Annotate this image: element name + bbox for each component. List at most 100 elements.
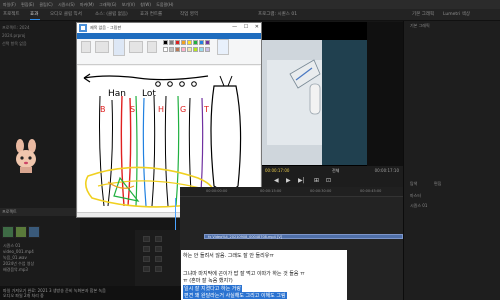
paint-title: 제목 없음 - 그림판 xyxy=(90,25,122,30)
razor-tool-icon[interactable] xyxy=(155,246,162,252)
insert-button[interactable]: ⊞ xyxy=(314,177,319,184)
tab-workspace[interactable]: 작업 영역 xyxy=(180,11,198,17)
color-swatch[interactable] xyxy=(163,47,168,52)
tab-source[interactable]: 소스: (클립 없음) xyxy=(95,11,128,17)
edit-label[interactable]: 편집 xyxy=(434,181,441,187)
menu-edit[interactable]: 편집(E) xyxy=(21,2,34,7)
color-swatch[interactable] xyxy=(187,40,192,45)
project-file-list: 시퀀스 01 video_001.mp4 녹음_01.wav 2024년 수업 … xyxy=(0,243,80,273)
step-forward-button[interactable]: ▶| xyxy=(298,177,305,184)
menu-sequence[interactable]: 시퀀스(S) xyxy=(58,2,75,7)
overwrite-button[interactable]: ⊡ xyxy=(326,177,331,184)
paint-app-icon xyxy=(79,24,87,32)
track-select-tool-icon[interactable] xyxy=(155,236,162,242)
window-controls: — ☐ ✕ xyxy=(227,24,259,30)
clipboard-icon[interactable] xyxy=(81,41,91,53)
pen-tool-icon[interactable] xyxy=(155,256,162,262)
browse-label[interactable]: 탐색 xyxy=(410,181,417,187)
color-swatch[interactable] xyxy=(181,47,186,52)
duration-timecode: 00:00:17:10 xyxy=(374,168,399,173)
list-item[interactable]: 배경음악.mp3 xyxy=(0,267,80,273)
ruler-label: 00:00:00:00 xyxy=(206,189,228,193)
hand-tool-icon[interactable] xyxy=(143,266,150,272)
brush-tool-icon[interactable] xyxy=(113,38,125,56)
play-button[interactable]: ▶ xyxy=(286,177,291,184)
shapes-icon[interactable] xyxy=(129,41,143,53)
close-button[interactable]: ✕ xyxy=(255,24,259,30)
color-swatch[interactable] xyxy=(181,40,186,45)
menu-clip[interactable]: 클립(C) xyxy=(39,2,52,7)
maximize-button[interactable]: ☐ xyxy=(244,24,248,30)
bin-header[interactable]: 프로젝트 xyxy=(0,208,80,216)
color-swatch[interactable] xyxy=(175,40,180,45)
clip-label: fx Video%4_20210908_00048708.mp4 [V] xyxy=(208,234,283,239)
color-swatch[interactable] xyxy=(199,47,204,52)
color-swatch[interactable] xyxy=(169,47,174,52)
panel-tabbar: 프로젝트 효과 오디오 클립 믹서 소스: (클립 없음) 효과 컨트롤 작업 … xyxy=(0,9,500,29)
active-tab-underline xyxy=(30,19,40,20)
paint-titlebar[interactable]: 제목 없음 - 그림판 — ☐ ✕ xyxy=(77,23,261,33)
chat-overlay: 하는 안 들려서 않음. 그래도 잘 안 들리유ㅠ 그냐마 마지막에 곤이가 밥… xyxy=(181,250,347,300)
log-line: 오디오 파일 2개 처리 중 xyxy=(3,293,44,298)
color-swatch[interactable] xyxy=(169,40,174,45)
minimize-button[interactable]: — xyxy=(232,24,237,30)
line-width-icon[interactable] xyxy=(147,41,157,53)
master-label: 마스터 xyxy=(410,193,422,198)
menu-marker[interactable]: 마커(M) xyxy=(80,2,94,7)
chat-message: 그냐마 마지막에 곤이가 밥 잘 먹고 이따가 하는 것 들음 ㅠ xyxy=(183,271,305,277)
color-swatch[interactable] xyxy=(199,40,204,45)
tab-lumetri[interactable]: Lumetri 색상 xyxy=(443,11,470,17)
ruler-label: 00:00:30:00 xyxy=(310,189,332,193)
svg-text:G: G xyxy=(180,105,186,114)
paint-ribbon-tabs[interactable] xyxy=(77,33,261,39)
tab-effects[interactable]: 효과 xyxy=(30,11,38,17)
color-swatch[interactable] xyxy=(187,47,192,52)
ripple-tool-icon[interactable] xyxy=(143,246,150,252)
menu-help[interactable]: 도움말(H) xyxy=(156,2,173,7)
thumbnail[interactable] xyxy=(15,226,27,238)
essential-graphics-label: 기본 그래픽 xyxy=(410,23,430,28)
svg-text:H: H xyxy=(158,105,164,114)
svg-text:Lot: Lot xyxy=(142,89,156,99)
svg-text:B: B xyxy=(100,105,106,114)
timeline-ruler[interactable]: 00:00:00:00 00:00:15:00 00:00:30:00 00:0… xyxy=(180,187,403,197)
selection-status: 선택 항목 없음 xyxy=(2,41,27,46)
color-swatch[interactable] xyxy=(175,47,180,52)
tab-essential-graphics[interactable]: 기본 그래픽 xyxy=(412,11,434,17)
tab-effect-controls[interactable]: 효과 컨트롤 xyxy=(140,11,162,17)
sequence-label: 시퀀스 01 xyxy=(410,203,428,208)
monitor-timecode-bar: 00:00:17:00 전체 00:00:17:10 xyxy=(262,166,403,175)
timeline-playhead[interactable] xyxy=(175,198,176,233)
type-tool-icon[interactable] xyxy=(155,266,162,272)
thumbnail[interactable] xyxy=(28,226,40,238)
menu-view[interactable]: 보기(V) xyxy=(122,2,135,7)
color-swatch[interactable] xyxy=(205,40,210,45)
color-swatch[interactable] xyxy=(193,40,198,45)
step-back-button[interactable]: ◀ xyxy=(274,177,279,184)
menu-graphics[interactable]: 그래픽(G) xyxy=(99,2,116,7)
video-clip[interactable]: fx Video%4_20210908_00048708.mp4 [V] xyxy=(204,234,403,239)
svg-text:Han: Han xyxy=(108,89,126,99)
edit-colors-icon[interactable] xyxy=(217,39,229,55)
color-swatch[interactable] xyxy=(163,40,168,45)
fit-dropdown[interactable]: 전체 xyxy=(332,166,339,175)
tab-program-monitor[interactable]: 프로그램: 시퀀스 01 xyxy=(258,11,297,17)
color-swatch[interactable] xyxy=(205,47,210,52)
tab-audio-mixer[interactable]: 오디오 클립 믹서 xyxy=(50,11,82,17)
slip-tool-icon[interactable] xyxy=(143,256,150,262)
color-swatch[interactable] xyxy=(193,47,198,52)
svg-text:S: S xyxy=(130,105,135,114)
menu-window[interactable]: 창(W) xyxy=(140,2,151,7)
current-timecode[interactable]: 00:00:17:00 xyxy=(265,166,289,175)
transport-controls: ◀ ▶ ▶| ⊞ ⊡ xyxy=(262,175,403,187)
thumbnail[interactable] xyxy=(2,226,14,238)
program-video-frame[interactable] xyxy=(262,40,367,165)
menu-file[interactable]: 파일(F) xyxy=(3,2,16,7)
tab-project[interactable]: 프로젝트 xyxy=(3,11,20,17)
project-header: 프로젝트: 2024 xyxy=(2,25,30,30)
chat-message: 하는 안 들려서 않음. 그래도 잘 안 들리유ㅠ xyxy=(183,253,274,259)
chat-message-highlighted: 일시 잘 지켰다고 하는 거랑 xyxy=(183,285,242,292)
project-panel: 프로젝트: 2024 2024.prproj 선택 항목 없음 프로젝트 시퀀스… xyxy=(0,21,80,300)
selection-tool-icon[interactable] xyxy=(143,236,150,242)
select-tool-icon[interactable] xyxy=(95,41,109,53)
